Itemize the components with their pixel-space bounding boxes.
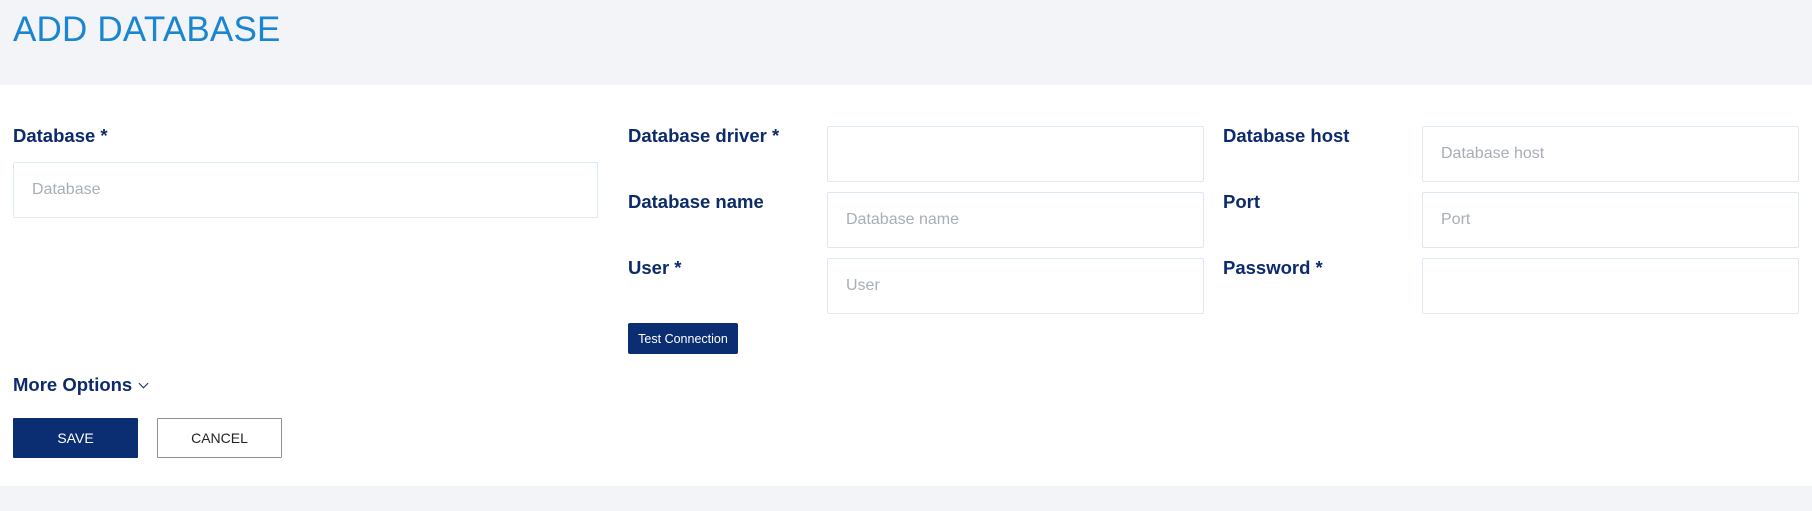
more-options-toggle[interactable]: More Options	[13, 374, 149, 396]
cancel-button[interactable]: CANCEL	[157, 418, 282, 458]
database-driver-label: Database driver *	[628, 125, 780, 146]
database-input[interactable]	[13, 162, 598, 218]
database-driver-input[interactable]	[827, 126, 1204, 182]
user-input[interactable]	[827, 258, 1204, 314]
database-label: Database *	[13, 125, 108, 146]
save-button[interactable]: SAVE	[13, 418, 138, 458]
more-options-label: More Options	[13, 374, 133, 395]
database-name-label: Database name	[628, 191, 764, 212]
port-input[interactable]	[1422, 192, 1799, 248]
page-header: ADD DATABASE	[0, 0, 1812, 85]
user-label: User *	[628, 257, 682, 278]
database-name-input[interactable]	[827, 192, 1204, 248]
test-connection-button[interactable]: Test Connection	[628, 323, 738, 354]
database-host-input[interactable]	[1422, 126, 1799, 182]
password-input[interactable]	[1422, 258, 1799, 314]
port-label: Port	[1223, 191, 1260, 212]
chevron-down-icon	[138, 378, 149, 388]
database-host-label: Database host	[1223, 125, 1350, 146]
password-label: Password *	[1223, 257, 1323, 278]
page-title: ADD DATABASE	[13, 10, 281, 49]
